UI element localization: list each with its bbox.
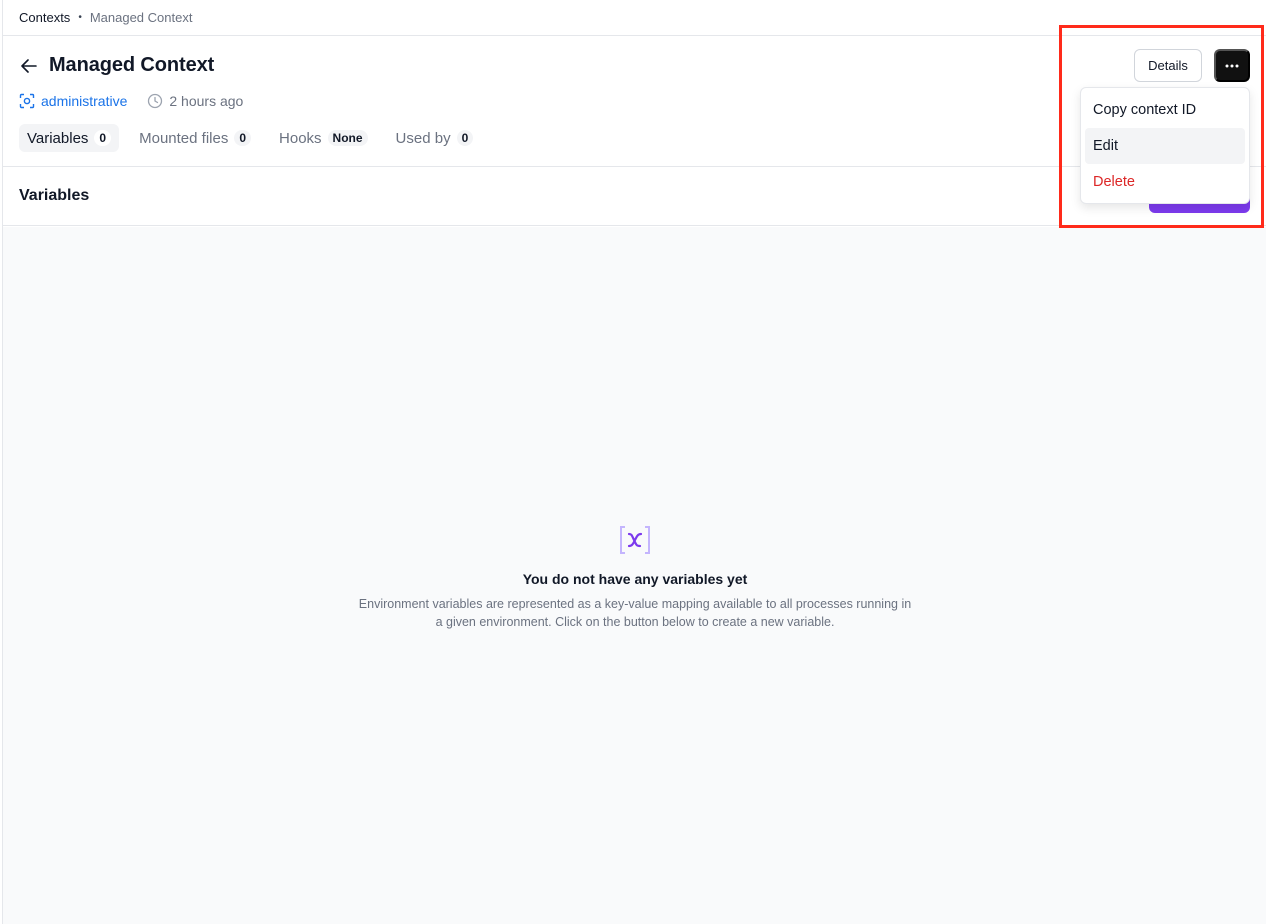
tab-variables[interactable]: Variables 0 — [19, 124, 120, 152]
updated-time-text: 2 hours ago — [169, 93, 244, 109]
updated-time: 2 hours ago — [147, 93, 243, 109]
space-icon — [19, 93, 35, 109]
breadcrumb: Contexts • Managed Context — [3, 0, 1266, 36]
tab-label: Variables — [27, 129, 89, 147]
details-button[interactable]: Details — [1134, 49, 1202, 82]
page-title: Managed Context — [49, 54, 215, 76]
menu-item-copy-context-id[interactable]: Copy context ID — [1085, 92, 1245, 128]
tab-label: Used by — [395, 129, 451, 147]
menu-item-delete[interactable]: Delete — [1085, 164, 1245, 200]
variables-section-header: Variables — [3, 167, 1266, 226]
space-link[interactable]: administrative — [19, 93, 127, 109]
empty-state-description-line: Environment variables are represented as… — [358, 597, 912, 611]
empty-state-description: Environment variables are represented as… — [340, 595, 930, 631]
tab-used-by[interactable]: Used by 0 — [388, 124, 482, 152]
more-horizontal-icon — [1225, 64, 1239, 67]
more-options-menu: Copy context ID Edit Delete — [1080, 87, 1250, 204]
space-name: administrative — [41, 93, 128, 109]
variable-brackets-icon — [620, 526, 650, 554]
page-header: Managed Context administrative 2 hours a… — [3, 36, 1266, 167]
empty-state-description-line: a given environment. Click on the button… — [435, 615, 835, 629]
menu-item-edit[interactable]: Edit — [1085, 128, 1245, 164]
tab-count: 0 — [456, 130, 474, 146]
tab-count: None — [327, 130, 368, 146]
empty-state: You do not have any variables yet Enviro… — [3, 525, 1266, 631]
tab-label: Hooks — [279, 129, 322, 147]
back-arrow-icon[interactable] — [19, 56, 39, 76]
page: Contexts • Managed Context Managed Conte… — [2, 0, 1266, 924]
tabs: Variables 0 Mounted files 0 Hooks None U… — [19, 124, 493, 152]
breadcrumb-contexts-link[interactable]: Contexts — [19, 10, 70, 25]
meta-row: administrative 2 hours ago — [19, 93, 243, 109]
tab-mounted-files[interactable]: Mounted files 0 — [131, 124, 259, 152]
more-options-button[interactable] — [1214, 49, 1250, 82]
empty-state-area: You do not have any variables yet Enviro… — [3, 227, 1266, 924]
empty-state-title: You do not have any variables yet — [522, 571, 748, 587]
breadcrumb-separator: • — [78, 12, 82, 23]
clock-icon — [148, 93, 163, 109]
title-row: Managed Context — [19, 54, 214, 77]
tab-hooks[interactable]: Hooks None — [271, 124, 376, 152]
tab-count: 0 — [94, 130, 112, 146]
tab-count: 0 — [234, 130, 252, 146]
breadcrumb-current: Managed Context — [89, 10, 193, 25]
tab-label: Mounted files — [139, 129, 229, 147]
section-title: Variables — [19, 187, 90, 204]
